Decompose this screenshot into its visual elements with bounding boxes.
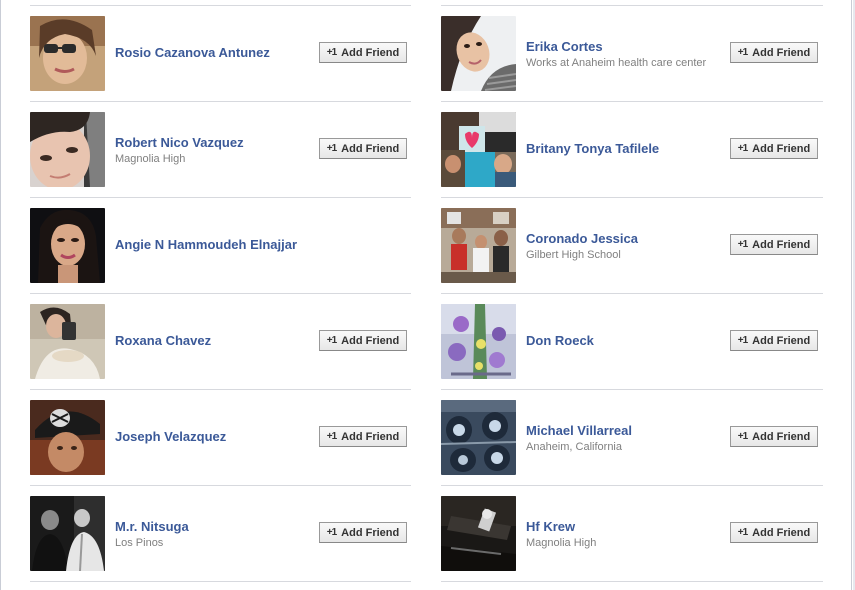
add-friend-label: Add Friend (752, 46, 811, 59)
friend-name-link[interactable]: Roxana Chavez (115, 333, 211, 349)
friend-name-link[interactable]: Angie N Hammoudeh Elnajjar (115, 237, 297, 253)
friend-suggestion-row: Robert Nico Vazquez Magnolia High +1 Add… (30, 102, 411, 198)
add-friend-button[interactable]: +1 Add Friend (319, 138, 407, 159)
friend-name-link[interactable]: Don Roeck (526, 333, 594, 349)
add-friend-icon: +1 (737, 143, 748, 154)
add-friend-icon: +1 (326, 527, 337, 538)
friend-suggestion-row: Michael Villarreal Anaheim, California +… (441, 390, 823, 486)
profile-photo[interactable] (441, 400, 516, 475)
friend-suggestion-row: M.r. Nitsuga Los Pinos +1 Add Friend (30, 486, 411, 582)
profile-photo[interactable] (30, 112, 105, 187)
friend-location: Anaheim, California (526, 441, 622, 453)
profile-photo[interactable] (441, 496, 516, 571)
profile-photo[interactable] (30, 496, 105, 571)
friend-name-link[interactable]: Rosio Cazanova Antunez (115, 45, 270, 61)
friend-suggestion-row: Rosio Cazanova Antunez +1 Add Friend (30, 6, 411, 102)
add-friend-label: Add Friend (341, 334, 400, 347)
add-friend-icon: +1 (326, 143, 337, 154)
friend-workplace: Works at Anaheim health care center (526, 57, 707, 69)
add-friend-icon: +1 (326, 47, 337, 58)
add-friend-button[interactable]: +1 Add Friend (730, 42, 818, 63)
friend-suggestion-row: Joseph Velazquez +1 Add Friend (30, 390, 411, 486)
divider (30, 581, 411, 582)
add-friend-button[interactable]: +1 Add Friend (730, 138, 818, 159)
friend-school: Gilbert High School (526, 249, 621, 261)
add-friend-button[interactable]: +1 Add Friend (730, 234, 818, 255)
friend-suggestion-row: Erika Cortes Works at Anaheim health car… (441, 6, 823, 102)
add-friend-label: Add Friend (341, 46, 400, 59)
friend-suggestion-row: Roxana Chavez +1 Add Friend (30, 294, 411, 390)
add-friend-button[interactable]: +1 Add Friend (319, 426, 407, 447)
add-friend-button[interactable]: +1 Add Friend (319, 42, 407, 63)
friend-suggestion-row: Hf Krew Magnolia High +1 Add Friend (441, 486, 823, 582)
add-friend-label: Add Friend (341, 526, 400, 539)
add-friend-icon: +1 (737, 335, 748, 346)
profile-photo[interactable] (441, 16, 516, 91)
friend-name-link[interactable]: Hf Krew (526, 519, 596, 535)
profile-photo[interactable] (30, 400, 105, 475)
add-friend-icon: +1 (326, 335, 337, 346)
profile-photo[interactable] (441, 304, 516, 379)
add-friend-label: Add Friend (752, 238, 811, 251)
add-friend-button[interactable]: +1 Add Friend (730, 330, 818, 351)
profile-photo[interactable] (30, 304, 105, 379)
friend-suggestion-row: Don Roeck +1 Add Friend (441, 294, 823, 390)
add-friend-icon: +1 (737, 47, 748, 58)
add-friend-label: Add Friend (752, 430, 811, 443)
friend-school: Los Pinos (115, 537, 164, 549)
add-friend-button[interactable]: +1 Add Friend (319, 330, 407, 351)
profile-photo[interactable] (441, 112, 516, 187)
add-friend-button[interactable]: +1 Add Friend (319, 522, 407, 543)
add-friend-icon: +1 (737, 431, 748, 442)
add-friend-icon: +1 (737, 527, 748, 538)
friend-name-link[interactable]: Joseph Velazquez (115, 429, 226, 445)
profile-photo[interactable] (30, 16, 105, 91)
add-friend-label: Add Friend (341, 430, 400, 443)
friend-name-link[interactable]: Erika Cortes (526, 39, 706, 55)
add-friend-icon: +1 (737, 239, 748, 250)
page-border-right (851, 0, 852, 590)
profile-photo[interactable] (441, 208, 516, 283)
add-friend-label: Add Friend (752, 334, 811, 347)
friend-name-link[interactable]: M.r. Nitsuga (115, 519, 189, 535)
add-friend-button[interactable]: +1 Add Friend (730, 426, 818, 447)
friend-name-link[interactable]: Britany Tonya Tafilele (526, 141, 659, 157)
add-friend-label: Add Friend (752, 142, 811, 155)
add-friend-label: Add Friend (341, 142, 400, 155)
friend-suggestion-row: Coronado Jessica Gilbert High School +1 … (441, 198, 823, 294)
friend-suggestion-row: Angie N Hammoudeh Elnajjar (30, 198, 411, 294)
add-friend-button[interactable]: +1 Add Friend (730, 522, 818, 543)
friend-name-link[interactable]: Robert Nico Vazquez (115, 135, 244, 151)
friend-name-link[interactable]: Michael Villarreal (526, 423, 632, 439)
friend-school: Magnolia High (115, 153, 186, 165)
friend-school: Magnolia High (526, 537, 597, 549)
page-border-left (0, 0, 1, 590)
friend-suggestion-row: Britany Tonya Tafilele +1 Add Friend (441, 102, 823, 198)
profile-photo[interactable] (30, 208, 105, 283)
friend-name-link[interactable]: Coronado Jessica (526, 231, 638, 247)
divider (441, 581, 823, 582)
add-friend-icon: +1 (326, 431, 337, 442)
add-friend-label: Add Friend (752, 526, 811, 539)
